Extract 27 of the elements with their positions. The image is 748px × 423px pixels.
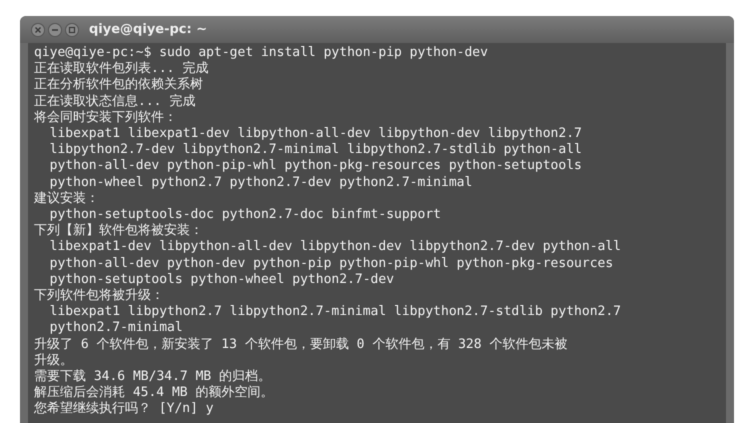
terminal-line: 正在分析软件包的依赖关系树 bbox=[34, 77, 203, 94]
terminal-line: libpython2.7-dev libpython2.7-minimal libpython2.7-stdlib python-all bbox=[48, 142, 582, 158]
terminal-line: 升级。 bbox=[34, 352, 73, 370]
terminal-line: python-setuptools python-wheel python2.7-dev bbox=[48, 272, 394, 288]
minimize-icon[interactable] bbox=[48, 22, 62, 36]
close-icon[interactable] bbox=[31, 22, 45, 36]
terminal-line: 解压缩后会消耗 45.4 MB 的额外空间。 bbox=[34, 385, 274, 401]
terminal-line: python-wheel python2.7 python2.7-dev python2.7-minimal bbox=[48, 174, 472, 191]
maximize-icon[interactable] bbox=[65, 22, 79, 36]
terminal-line: python-setuptools-doc python2.7-doc binfmt-support bbox=[48, 207, 441, 223]
terminal-line: libexpat1 libexpat1-dev libpython-all-dev libpython-dev libpython2.7 bbox=[48, 126, 582, 142]
terminal-line: 升级了 6 个软件包，新安装了 13 个软件包，要卸载 0 个软件包，有 328 个软件包未被 bbox=[34, 336, 568, 353]
terminal-line: 下列【新】软件包将被安装： bbox=[34, 223, 203, 240]
terminal-line: python2.7-minimal bbox=[48, 320, 183, 337]
terminal-line: 正在读取软件包列表... 完成 bbox=[34, 61, 208, 77]
terminal-line: python-all-dev python-dev python-pip python-pip-whl python-pkg-resources bbox=[48, 256, 614, 272]
terminal-line: 正在读取状态信息... 完成 bbox=[34, 94, 196, 110]
terminal-line: python-all-dev python-pip-whl python-pkg-resources python-setuptools bbox=[48, 158, 582, 175]
window-title: qiye@qiye-pc: ~ bbox=[89, 22, 208, 37]
terminal-line: 需要下载 34.6 MB/34.7 MB 的归档。 bbox=[34, 369, 272, 385]
terminal-line: libexpat1-dev libpython-all-dev libpython-dev libpython2.7-dev python-all bbox=[48, 239, 621, 256]
terminal-line: 将会同时安装下列软件： bbox=[34, 110, 177, 126]
terminal-line: libexpat1 libpython2.7 libpython2.7-minimal libpython2.7-stdlib python2.7 bbox=[48, 304, 621, 320]
terminal-line: 下列软件包将被升级： bbox=[34, 288, 164, 304]
terminal-line: qiye@qiye-pc:~$ sudo apt-get install python-pip python-dev bbox=[34, 45, 488, 61]
terminal-line: 建议安装： bbox=[34, 190, 99, 208]
terminal-line: 您希望继续执行吗？ [Y/n] y bbox=[34, 401, 214, 418]
